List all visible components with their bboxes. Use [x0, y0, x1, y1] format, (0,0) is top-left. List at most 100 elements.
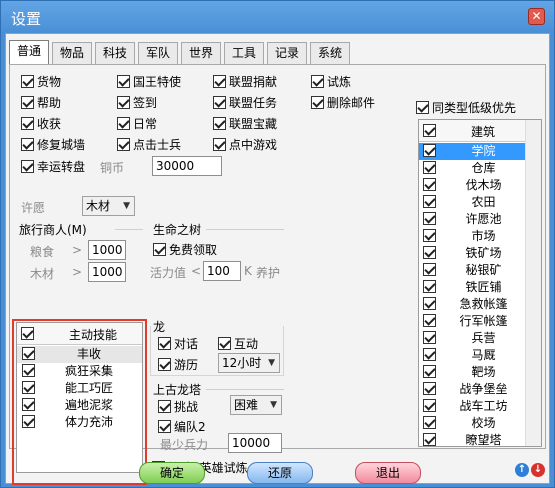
option-alliance-donate[interactable]: 联盟捐献: [213, 73, 277, 89]
checkbox-icon[interactable]: [22, 398, 35, 411]
tab-tools[interactable]: 工具: [224, 42, 264, 64]
checkbox-icon[interactable]: [158, 336, 171, 350]
checkbox-icon[interactable]: [158, 357, 171, 371]
checkbox-icon[interactable]: [423, 246, 436, 259]
checkbox-icon[interactable]: [423, 365, 436, 378]
move-up-icon[interactable]: ↑: [515, 463, 529, 477]
checkbox-icon[interactable]: [423, 263, 436, 276]
list-item[interactable]: 疯狂采集: [17, 363, 142, 380]
checkbox-icon[interactable]: [213, 74, 226, 88]
tab-tech[interactable]: 科技: [95, 42, 135, 64]
list-item[interactable]: 秘银矿: [419, 262, 526, 279]
option-alliance-treasure[interactable]: 联盟宝藏: [213, 115, 277, 131]
list-item[interactable]: 遍地泥浆: [17, 397, 142, 414]
checkbox-icon[interactable]: [21, 95, 34, 109]
checkbox-icon[interactable]: [22, 415, 35, 428]
list-item[interactable]: 瞭望塔: [419, 432, 526, 446]
checkbox-icon[interactable]: [423, 161, 436, 174]
checkbox-icon[interactable]: [423, 331, 436, 344]
reset-button[interactable]: 还原: [247, 462, 313, 484]
checkbox-icon[interactable]: [423, 144, 436, 157]
low-level-first-checkbox[interactable]: 同类型低级优先: [416, 99, 516, 115]
tab-army[interactable]: 军队: [138, 42, 178, 64]
tab-items[interactable]: 物品: [52, 42, 92, 64]
tab-general[interactable]: 普通: [9, 40, 49, 64]
checkbox-icon[interactable]: [117, 137, 130, 151]
option-delete-mail[interactable]: 删除邮件: [311, 94, 375, 110]
tab-log[interactable]: 记录: [267, 42, 307, 64]
life-tree-energy-input[interactable]: 100: [203, 261, 241, 281]
checkbox-icon[interactable]: [423, 382, 436, 395]
tower-difficulty-select[interactable]: 困难 ▼: [230, 395, 282, 415]
checkbox-icon[interactable]: [311, 74, 324, 88]
option-trial[interactable]: 试炼: [311, 73, 351, 89]
ok-button[interactable]: 确定: [139, 462, 205, 484]
checkbox-icon[interactable]: [423, 348, 436, 361]
list-item[interactable]: 急救帐篷: [419, 296, 526, 313]
wish-select[interactable]: 木材 ▼: [82, 196, 135, 216]
checkbox-icon[interactable]: [423, 178, 436, 191]
list-item[interactable]: 校场: [419, 415, 526, 432]
checkbox-icon[interactable]: [158, 419, 171, 433]
checkbox-icon[interactable]: [423, 433, 436, 446]
merchant-wood-input[interactable]: 1000: [88, 262, 126, 282]
dragon-dialog-checkbox[interactable]: 对话: [158, 335, 198, 351]
option-daily[interactable]: 日常: [117, 115, 157, 131]
tab-world[interactable]: 世界: [181, 42, 221, 64]
option-repair-wall[interactable]: 修复城墙: [21, 136, 85, 152]
move-down-icon[interactable]: ↓: [531, 463, 545, 477]
list-item[interactable]: 战车工坊: [419, 398, 526, 415]
checkbox-icon[interactable]: [213, 137, 226, 151]
checkbox-icon[interactable]: [22, 364, 35, 377]
select-all-checkbox[interactable]: [21, 327, 34, 340]
list-item[interactable]: 铁矿场: [419, 245, 526, 262]
copper-input[interactable]: 30000: [152, 156, 222, 176]
checkbox-icon[interactable]: [21, 74, 34, 88]
checkbox-icon[interactable]: [117, 95, 130, 109]
option-lucky-wheel[interactable]: 幸运转盘: [21, 158, 85, 174]
list-item[interactable]: 体力充沛: [17, 414, 142, 431]
life-tree-free-checkbox[interactable]: 免费领取: [153, 241, 217, 257]
checkbox-icon[interactable]: [21, 159, 34, 173]
checkbox-icon[interactable]: [213, 116, 226, 130]
list-item[interactable]: 农田: [419, 194, 526, 211]
list-item[interactable]: 铁匠铺: [419, 279, 526, 296]
checkbox-icon[interactable]: [423, 229, 436, 242]
option-harvest[interactable]: 收获: [21, 115, 61, 131]
checkbox-icon[interactable]: [117, 74, 130, 88]
checkbox-icon[interactable]: [423, 399, 436, 412]
buildings-list[interactable]: 建筑 学院 仓库 伐木场 农田 许愿池 市场 铁矿场 秘银矿 铁匠铺 急救帐篷 …: [418, 119, 542, 447]
list-item[interactable]: 能工巧匠: [17, 380, 142, 397]
checkbox-icon[interactable]: [423, 212, 436, 225]
list-item[interactable]: 仓库: [419, 160, 526, 177]
list-item[interactable]: 丰收: [17, 346, 142, 363]
list-item[interactable]: 兵营: [419, 330, 526, 347]
merchant-grain-input[interactable]: 1000: [88, 240, 126, 260]
tower-challenge-checkbox[interactable]: 挑战: [158, 398, 198, 414]
skills-list[interactable]: 主动技能 丰收 疯狂采集 能工巧匠 遍地泥浆 体力充沛: [16, 322, 143, 473]
checkbox-icon[interactable]: [213, 95, 226, 109]
option-alliance-task[interactable]: 联盟任务: [213, 94, 277, 110]
list-item[interactable]: 学院: [419, 143, 526, 160]
checkbox-icon[interactable]: [21, 116, 34, 130]
exit-button[interactable]: 退出: [355, 462, 421, 484]
list-item[interactable]: 战争堡垒: [419, 381, 526, 398]
checkbox-icon[interactable]: [22, 381, 35, 394]
option-click-soldier[interactable]: 点击士兵: [117, 136, 181, 152]
option-king-envoy[interactable]: 国王特使: [117, 73, 181, 89]
option-click-game[interactable]: 点中游戏: [213, 136, 277, 152]
list-item[interactable]: 靶场: [419, 364, 526, 381]
checkbox-icon[interactable]: [423, 416, 436, 429]
list-item[interactable]: 行军帐篷: [419, 313, 526, 330]
buildings-scrollbar[interactable]: [525, 120, 541, 446]
checkbox-icon[interactable]: [423, 280, 436, 293]
list-item[interactable]: 许愿池: [419, 211, 526, 228]
checkbox-icon[interactable]: [158, 399, 171, 413]
close-icon[interactable]: ✕: [528, 8, 545, 25]
checkbox-icon[interactable]: [311, 95, 324, 109]
option-help[interactable]: 帮助: [21, 94, 61, 110]
list-item[interactable]: 伐木场: [419, 177, 526, 194]
checkbox-icon[interactable]: [423, 314, 436, 327]
dragon-interact-checkbox[interactable]: 互动: [218, 335, 258, 351]
option-goods[interactable]: 货物: [21, 73, 61, 89]
